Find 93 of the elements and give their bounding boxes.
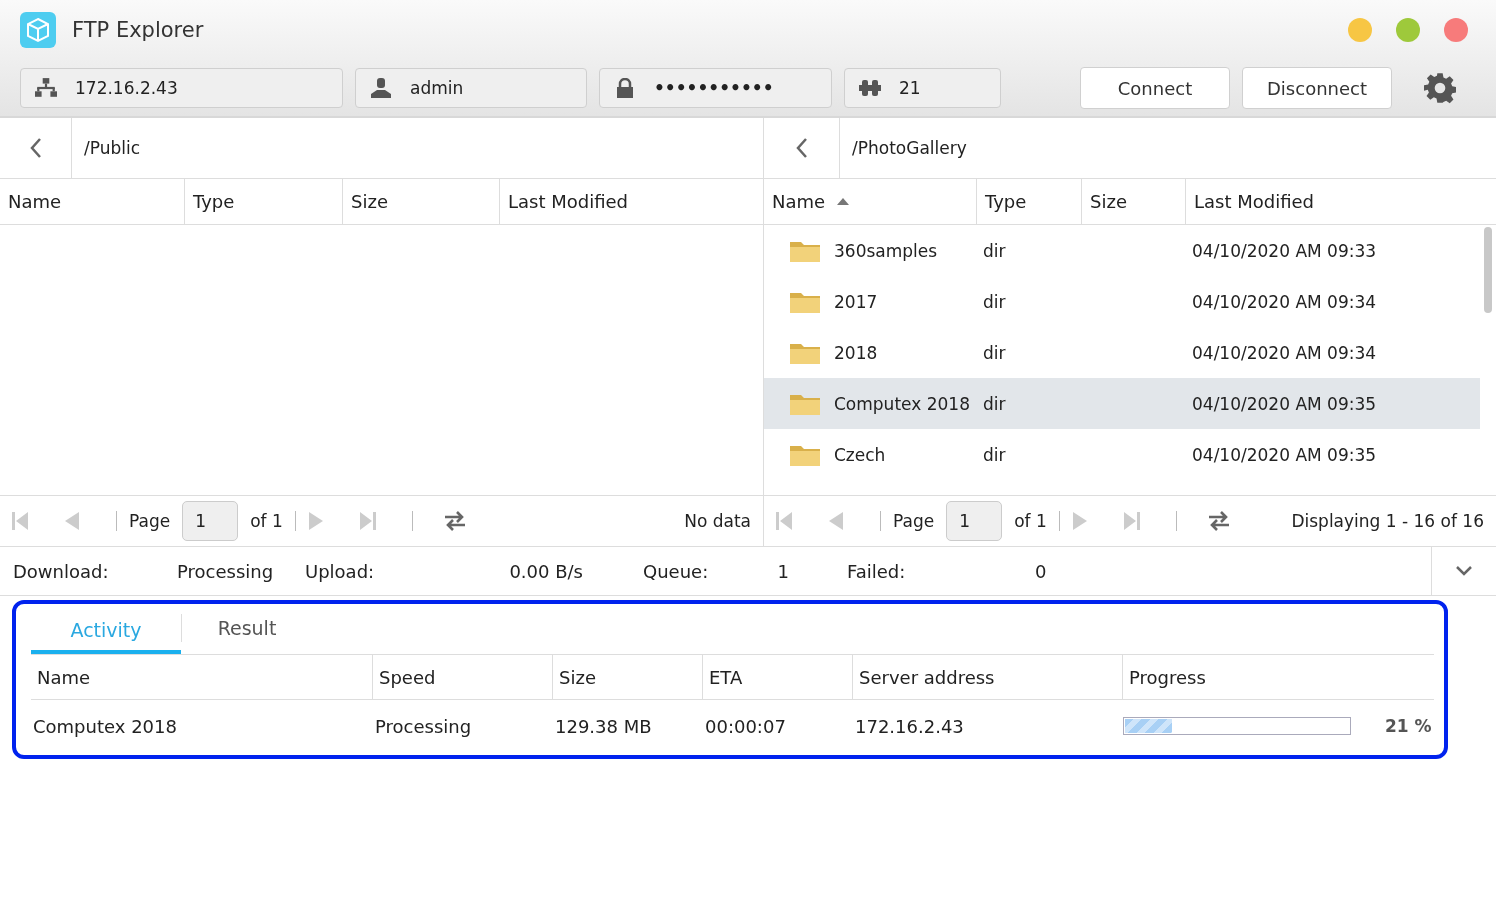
refresh-icon[interactable] (1206, 510, 1231, 532)
path-field[interactable]: /Public (84, 138, 141, 158)
column-header[interactable]: Size (553, 655, 703, 699)
maximize-button[interactable] (1396, 18, 1420, 42)
status-value: 1 (776, 560, 790, 582)
next-page-icon[interactable] (1071, 512, 1088, 530)
file-modified: 04/10/2020 AM 09:35 (1192, 444, 1377, 465)
first-page-icon[interactable] (776, 512, 792, 530)
column-header[interactable]: Progress (1123, 655, 1434, 699)
file-row[interactable]: 2018 dir 04/10/2020 AM 09:34 (764, 327, 1480, 378)
file-name: Computex 2018 (834, 393, 970, 414)
back-icon[interactable] (29, 137, 42, 159)
column-header[interactable]: Size (1082, 179, 1186, 224)
page-count: of 1 (1014, 511, 1047, 531)
status-value: 0.00 B/s (508, 560, 584, 582)
table-cell-text: Processing (374, 715, 473, 737)
column-header[interactable]: Last Modified (500, 179, 763, 224)
table-cell-text: Computex 2018 (32, 715, 178, 737)
tab[interactable]: Result (181, 614, 312, 642)
folder-icon (790, 341, 820, 364)
file-name: Czech (834, 444, 886, 465)
port-field[interactable]: 21 (844, 68, 1001, 108)
file-row[interactable]: 2017 dir 04/10/2020 AM 09:34 (764, 276, 1480, 327)
disconnect-button[interactable]: Disconnect (1242, 67, 1392, 109)
file-type: dir (983, 240, 1006, 261)
file-modified: 04/10/2020 AM 09:34 (1192, 342, 1377, 363)
column-header[interactable]: Last Modified (1186, 179, 1496, 224)
host-field[interactable]: 172.16.2.43 (20, 68, 343, 108)
next-page-icon[interactable] (307, 512, 324, 530)
file-type: dir (983, 291, 1006, 312)
lock-icon (614, 78, 636, 98)
folder-icon (790, 443, 820, 466)
chevron-down-icon[interactable] (1456, 566, 1472, 576)
window-title: FTP Explorer (72, 18, 204, 42)
page-summary: No data (684, 511, 751, 531)
file-type: dir (983, 393, 1006, 414)
progress-percent: 21 % (1385, 716, 1432, 736)
folder-icon (790, 290, 820, 313)
status-label: Failed: (847, 560, 907, 582)
status-label: Queue: (643, 560, 710, 582)
file-modified: 04/10/2020 AM 09:34 (1192, 291, 1377, 312)
previous-page-icon[interactable] (64, 512, 80, 530)
page-summary: Displaying 1 - 16 of 16 (1291, 511, 1484, 531)
column-header[interactable]: Size (343, 179, 500, 224)
column-header[interactable]: Name (0, 179, 185, 224)
table-cell-text: 00:00:07 (704, 715, 787, 737)
app-logo-icon (20, 12, 56, 48)
password-field[interactable]: ••••••••••• (599, 68, 832, 108)
column-header[interactable]: Speed (373, 655, 553, 699)
file-type: dir (983, 342, 1006, 363)
first-page-icon[interactable] (12, 512, 28, 530)
file-modified: 04/10/2020 AM 09:33 (1192, 240, 1377, 261)
refresh-icon[interactable] (442, 510, 467, 532)
file-name: 360samples (834, 240, 938, 261)
file-type: dir (983, 444, 1006, 465)
network-icon (35, 78, 57, 98)
minimize-button[interactable] (1348, 18, 1372, 42)
plug-icon (859, 78, 881, 98)
page-label: Page (129, 511, 171, 531)
path-field[interactable]: /PhotoGallery (852, 138, 967, 158)
last-page-icon[interactable] (1123, 512, 1140, 530)
connect-button[interactable]: Connect (1080, 67, 1230, 109)
status-label: Upload: (305, 560, 376, 582)
column-header[interactable]: Name (764, 179, 977, 224)
folder-icon (790, 239, 820, 262)
close-button[interactable] (1444, 18, 1468, 42)
settings-icon[interactable] (1424, 72, 1456, 104)
column-header[interactable]: Type (977, 179, 1082, 224)
page-label: Page (893, 511, 935, 531)
last-page-icon[interactable] (359, 512, 376, 530)
page-count: of 1 (250, 511, 283, 531)
user-icon (370, 78, 392, 98)
previous-page-icon[interactable] (828, 512, 844, 530)
table-cell-text: 129.38 MB (554, 715, 653, 737)
page-field[interactable]: 1 (182, 501, 239, 541)
status-value: 0 (1035, 560, 1048, 582)
column-header[interactable]: Server address (853, 655, 1123, 699)
file-row[interactable]: Computex 2018 dir 04/10/2020 AM 09:35 (764, 378, 1480, 429)
file-row[interactable]: Czech dir 04/10/2020 AM 09:35 (764, 429, 1480, 480)
scrollbar[interactable] (1484, 227, 1492, 313)
file-name: 2018 (834, 342, 878, 363)
page-field[interactable]: 1 (946, 501, 1003, 541)
column-header[interactable]: ETA (703, 655, 853, 699)
username-field[interactable]: admin (355, 68, 587, 108)
column-header[interactable]: Type (185, 179, 343, 224)
table-cell-text: 172.16.2.43 (854, 715, 965, 737)
file-row[interactable]: 360samples dir 04/10/2020 AM 09:33 (764, 225, 1480, 276)
back-icon[interactable] (795, 137, 808, 159)
file-modified: 04/10/2020 AM 09:35 (1192, 393, 1377, 414)
status-value: Processing (177, 560, 275, 582)
file-name: 2017 (834, 291, 878, 312)
column-header[interactable]: Name (31, 655, 373, 699)
folder-icon (790, 392, 820, 415)
